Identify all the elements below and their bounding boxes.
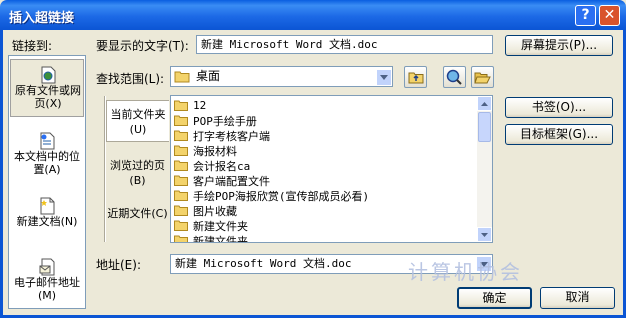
look-in-dropdown[interactable]: 桌面 [170, 66, 393, 87]
globe-search-icon [446, 69, 462, 85]
file-name: 12 [193, 99, 207, 112]
display-text-input[interactable]: 新建 Microsoft Word 文档.doc [196, 35, 493, 54]
open-folder-icon [474, 72, 491, 83]
watermark-text: 计算机协会 [408, 260, 523, 284]
screen-tip-button[interactable]: 屏幕提示(P)... [505, 35, 613, 56]
file-name: 客户端配置文件 [193, 174, 270, 188]
folder-icon [174, 130, 188, 141]
link-existing-file-label: 原有文件或网页(X) [15, 84, 81, 110]
link-new-document-button[interactable]: 新建文档(N) [10, 191, 84, 249]
display-text-label: 要显示的文字(T): [96, 39, 189, 53]
list-item[interactable]: 海报材料 [174, 143, 237, 158]
desktop-folder-icon [174, 71, 190, 83]
look-in-value: 桌面 [196, 69, 221, 83]
file-name: 图片收藏 [193, 204, 237, 218]
list-item[interactable]: 打字考核客户端 [174, 128, 270, 143]
email-icon [39, 258, 55, 276]
file-name: 会计报名ca [193, 159, 251, 173]
list-item[interactable]: 新建文件夹 [174, 233, 248, 243]
dialog-title: 插入超链接 [9, 11, 75, 26]
up-one-folder-button[interactable] [404, 66, 427, 88]
file-name: 手绘POP海报欣赏(宣传部成员必看) [193, 189, 370, 203]
title-bar[interactable] [0, 0, 626, 30]
folder-icon [174, 205, 188, 216]
list-item[interactable]: 12 [174, 98, 206, 113]
link-email-address-button[interactable]: 电子邮件地址(M) [10, 252, 84, 310]
file-list-scrollbar[interactable] [477, 96, 492, 242]
link-to-label: 链接到: [12, 39, 53, 53]
folder-icon [174, 160, 188, 171]
link-place-in-document-button[interactable]: 本文档中的位置(A) [10, 126, 84, 184]
document-place-icon [40, 132, 55, 150]
link-email-address-label: 电子邮件地址(M) [14, 276, 80, 302]
folder-icon [174, 220, 188, 231]
folder-icon [174, 115, 188, 126]
file-name: 新建文件夹 [193, 234, 248, 243]
web-page-icon [41, 66, 56, 84]
scroll-down-button[interactable] [477, 227, 492, 242]
list-item[interactable]: POP手绘手册 [174, 113, 257, 128]
list-item[interactable]: 会计报名ca [174, 158, 250, 173]
ok-button[interactable]: 确定 [457, 287, 532, 309]
browse-web-button[interactable] [443, 66, 466, 88]
link-new-document-label: 新建文档(N) [16, 215, 78, 228]
link-place-in-document-label: 本文档中的位置(A) [14, 150, 80, 176]
file-list[interactable]: 12 POP手绘手册 打字考核客户端 海报材料 会计报名ca 客户端配置文件 手… [170, 95, 493, 243]
tab-recent-files[interactable]: 近期文件(C) [106, 206, 169, 221]
folder-icon [174, 175, 188, 186]
chevron-down-icon [380, 75, 388, 80]
help-button[interactable]: ? [575, 5, 596, 26]
chevron-down-icon [481, 232, 488, 237]
file-name: POP手绘手册 [193, 114, 257, 128]
list-item[interactable]: 新建文件夹 [174, 218, 248, 233]
tab-current-folder[interactable]: 当前文件夹(U) [106, 100, 169, 142]
chevron-up-icon [481, 101, 488, 106]
link-existing-file-button[interactable]: 原有文件或网页(X) [10, 59, 84, 117]
address-label: 地址(E): [96, 258, 141, 272]
file-name: 新建文件夹 [193, 219, 248, 233]
file-name: 打字考核客户端 [193, 129, 270, 143]
list-item[interactable]: 图片收藏 [174, 203, 237, 218]
look-in-label: 查找范围(L): [96, 72, 165, 86]
up-folder-icon [408, 72, 423, 84]
scroll-thumb[interactable] [478, 112, 491, 142]
file-name: 海报材料 [193, 144, 237, 158]
cancel-button[interactable]: 取消 [540, 287, 615, 309]
folder-icon [174, 190, 188, 201]
look-in-dropdown-arrow[interactable] [376, 69, 392, 86]
list-item[interactable]: 手绘POP海报欣赏(宣传部成员必看) [174, 188, 369, 203]
folder-icon [174, 235, 188, 242]
list-item[interactable]: 客户端配置文件 [174, 173, 270, 188]
target-frame-button[interactable]: 目标框架(G)... [505, 124, 613, 145]
browse-file-button[interactable] [471, 66, 494, 88]
tab-browsed-pages[interactable]: 浏览过的页(B) [106, 158, 169, 188]
link-to-bar: 原有文件或网页(X) 本文档中的位置(A) 新建文档(N) 电子邮件地址(M) [8, 55, 86, 309]
folder-icon [174, 100, 188, 111]
scroll-up-button[interactable] [477, 96, 492, 111]
new-document-icon [40, 197, 55, 215]
close-button[interactable]: ✕ [599, 5, 620, 26]
folder-icon [174, 145, 188, 156]
bookmark-button[interactable]: 书签(O)... [505, 97, 613, 118]
